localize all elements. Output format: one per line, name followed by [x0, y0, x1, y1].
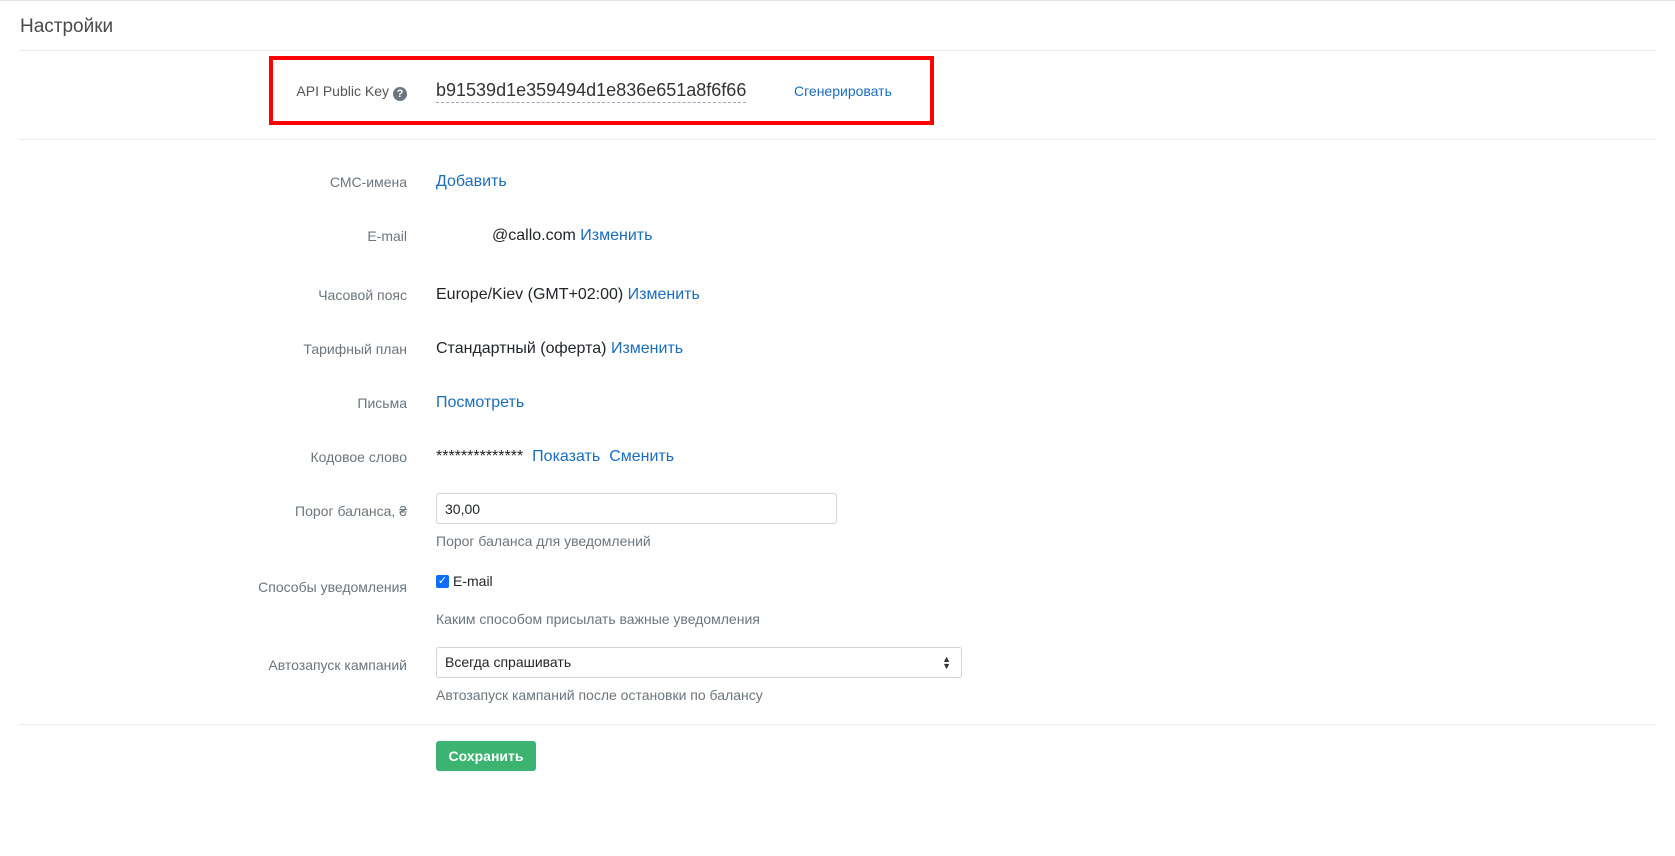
- select-arrows-icon: ▲ ▼: [942, 654, 951, 671]
- change-timezone-link[interactable]: Изменить: [628, 286, 700, 303]
- letters-value: Посмотреть: [436, 394, 524, 412]
- save-button[interactable]: Сохранить: [436, 741, 536, 771]
- codeword-value: ************** Показать Сменить: [436, 448, 674, 466]
- codeword-label: Кодовое слово: [310, 449, 407, 465]
- page-title: Настройки: [20, 16, 114, 37]
- autostart-label: Автозапуск кампаний: [268, 657, 407, 673]
- email-text: @callo.com: [492, 227, 576, 244]
- codeword-masked: **************: [436, 448, 524, 465]
- notify-email-label: E-mail: [453, 573, 493, 589]
- checkbox-checked-icon[interactable]: ✓: [436, 574, 449, 588]
- generate-key-link[interactable]: Сгенерировать: [794, 83, 892, 99]
- show-codeword-link[interactable]: Показать: [532, 448, 600, 465]
- change-tariff-link[interactable]: Изменить: [611, 340, 683, 357]
- api-key-value: b91539d1e359494d1e836e651a8f6f66: [436, 80, 747, 103]
- top-border: [0, 0, 1675, 1]
- autostart-selected: Всегда спрашивать: [445, 654, 572, 670]
- autostart-select[interactable]: Всегда спрашивать ▲ ▼: [436, 647, 962, 678]
- divider: [19, 50, 1656, 51]
- notify-methods-label: Способы уведомления: [258, 579, 407, 595]
- divider: [19, 724, 1656, 725]
- tariff-value: Стандартный (оферта) Изменить: [436, 340, 683, 358]
- add-sms-name-link[interactable]: Добавить: [436, 173, 507, 190]
- balance-threshold-label: Порог баланса, ₴: [295, 503, 407, 519]
- tariff-label: Тарифный план: [303, 341, 407, 357]
- letters-label: Письма: [357, 395, 407, 411]
- view-letters-link[interactable]: Посмотреть: [436, 394, 524, 411]
- change-codeword-link[interactable]: Сменить: [609, 448, 674, 465]
- timezone-label: Часовой пояс: [318, 287, 407, 303]
- email-label: E-mail: [367, 228, 407, 244]
- balance-threshold-input[interactable]: [436, 493, 837, 524]
- question-circle-icon[interactable]: ?: [393, 87, 407, 101]
- change-email-link[interactable]: Изменить: [580, 227, 652, 244]
- balance-threshold-hint: Порог баланса для уведомлений: [436, 533, 651, 549]
- email-value: @callo.com Изменить: [436, 227, 652, 245]
- notify-methods-hint: Каким способом присылать важные уведомле…: [436, 611, 760, 627]
- tariff-text: Стандартный (оферта): [436, 340, 607, 357]
- sms-names-label: СМС-имена: [329, 174, 407, 190]
- timezone-text: Europe/Kiev (GMT+02:00): [436, 286, 624, 303]
- notify-email-option[interactable]: ✓ E-mail: [436, 573, 493, 589]
- sms-names-value: Добавить: [436, 173, 507, 191]
- api-key-label-text: API Public Key: [296, 83, 389, 99]
- api-key-label: API Public Key?: [296, 83, 407, 101]
- divider: [19, 139, 1656, 140]
- timezone-value: Europe/Kiev (GMT+02:00) Изменить: [436, 286, 700, 304]
- autostart-hint: Автозапуск кампаний после остановки по б…: [436, 687, 763, 703]
